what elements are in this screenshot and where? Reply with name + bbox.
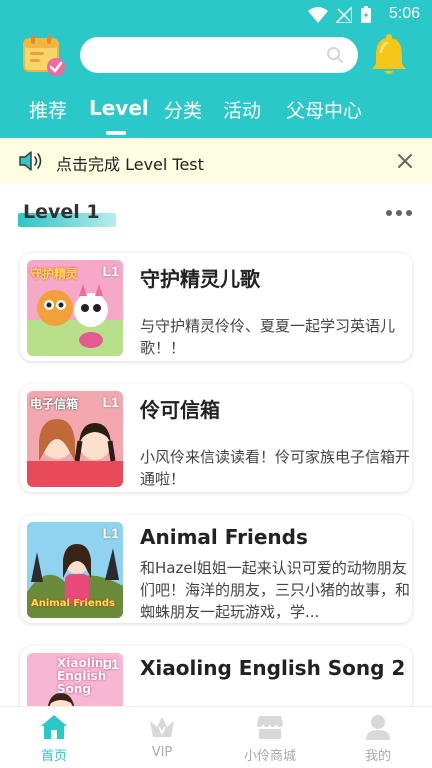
section-title: Level 1 <box>23 201 100 223</box>
signal-icon <box>336 7 352 23</box>
user-icon <box>366 715 390 740</box>
thumbnail-caption: 守护精灵 <box>30 267 79 281</box>
speaker-icon <box>19 151 42 171</box>
course-description: 与守护精灵伶伶、夏夏一起学习英语儿歌！！ <box>140 317 396 357</box>
course-title: Xiaoling English Song 2 <box>140 656 406 680</box>
calendar-icon <box>23 35 65 76</box>
thumbnail-caption: 电子信箱 <box>30 397 79 411</box>
more-options-button[interactable] <box>386 206 416 220</box>
more-dot-icon <box>386 210 392 216</box>
nav-label: 我的 <box>364 749 391 764</box>
shop-icon <box>257 716 283 739</box>
close-icon[interactable] <box>396 152 414 170</box>
course-description: 小风伶来信读读看！伶可家族电子信箱开通啦！ <box>140 448 410 488</box>
nav-label: 首页 <box>40 749 67 764</box>
tab-parent-center[interactable]: 父母中心 <box>286 96 362 123</box>
level-badge: L1 <box>102 656 119 672</box>
thumbnail-caption: Animal Friends <box>31 598 115 609</box>
more-dot-icon <box>396 210 402 216</box>
level-badge: L1 <box>102 394 119 410</box>
notice-banner[interactable]: 点击完成 Level Test <box>0 138 432 184</box>
nav-home[interactable]: 首页 <box>0 707 108 768</box>
nav-label: VIP <box>151 745 173 760</box>
course-card[interactable]: 守护精灵 L1 守护精灵儿歌 与守护精灵伶伶、夏夏一起学习英语儿歌！！ <box>20 253 412 361</box>
nav-label: 小伶商城 <box>243 749 296 764</box>
course-card[interactable]: Animal Friends L1 Animal Friends 和Hazel姐… <box>20 515 412 623</box>
wifi-icon <box>308 7 328 23</box>
bell-icon <box>372 34 406 74</box>
app-header: 5:06 推荐 Level 分类 活动 父母中心 <box>0 0 432 138</box>
nav-vip[interactable]: VIP <box>108 707 216 768</box>
nav-shop[interactable]: 小伶商城 <box>216 707 324 768</box>
course-title: 守护精灵儿歌 <box>140 267 260 291</box>
search-icon[interactable] <box>326 46 344 64</box>
more-dot-icon <box>406 210 412 216</box>
nav-profile[interactable]: 我的 <box>324 707 432 768</box>
course-description: 和Hazel姐姐一起来认识可爱的动物朋友们吧！海洋的朋友，三只小猪的故事，和蜘蛛… <box>140 559 410 621</box>
crown-icon <box>150 717 174 737</box>
course-thumbnail: Animal Friends L1 <box>27 522 123 618</box>
tab-activity[interactable]: 活动 <box>223 96 261 123</box>
battery-icon <box>361 6 371 23</box>
search-box[interactable] <box>80 37 358 73</box>
level-badge: L1 <box>102 263 119 279</box>
tab-recommend[interactable]: 推荐 <box>29 96 67 123</box>
course-title: Animal Friends <box>140 525 308 549</box>
home-icon <box>41 715 67 739</box>
notification-button[interactable] <box>368 32 410 78</box>
tab-level[interactable]: Level <box>89 96 149 120</box>
course-card[interactable]: 电子信箱 L1 伶可信箱 小风伶来信读读看！伶可家族电子信箱开通啦！ <box>20 384 412 492</box>
status-bar: 5:06 <box>0 0 432 30</box>
search-input[interactable] <box>96 37 326 73</box>
status-time: 5:06 <box>388 5 420 22</box>
tab-category[interactable]: 分类 <box>164 96 202 123</box>
notice-text: 点击完成 Level Test <box>56 155 204 174</box>
bottom-navigation: 首页 VIP 小伶商城 我的 <box>0 706 432 768</box>
calendar-button[interactable] <box>22 33 68 77</box>
course-thumbnail: 守护精灵 L1 <box>27 260 123 356</box>
course-title: 伶可信箱 <box>140 398 220 422</box>
course-thumbnail: 电子信箱 L1 <box>27 391 123 487</box>
top-tabs: 推荐 Level 分类 活动 父母中心 <box>0 92 432 132</box>
status-icons <box>308 6 372 24</box>
active-tab-indicator <box>106 131 126 135</box>
level-badge: L1 <box>102 525 119 541</box>
